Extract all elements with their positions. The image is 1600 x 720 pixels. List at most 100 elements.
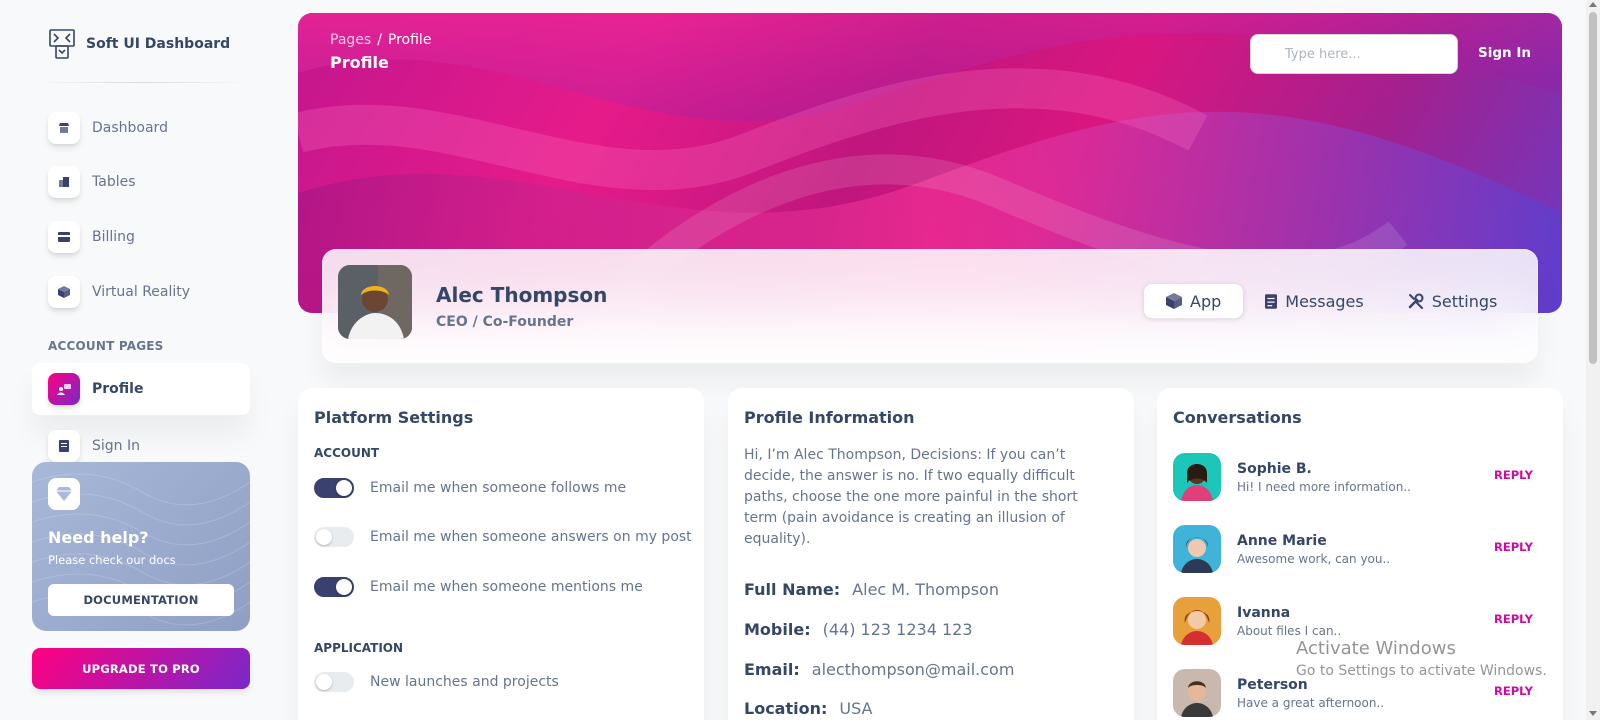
- brand[interactable]: Soft UI Dashboard: [48, 28, 230, 60]
- sidebar-item-profile[interactable]: Profile: [32, 363, 250, 415]
- profile-card: Alec Thompson CEO / Co-Founder App Messa…: [322, 249, 1538, 363]
- conversation-name: Ivanna: [1237, 605, 1291, 621]
- info-key: Mobile:: [744, 620, 811, 639]
- scroll-thumb[interactable]: [1589, 12, 1597, 364]
- scroll-down-icon[interactable]: [1589, 711, 1597, 716]
- tab-messages[interactable]: Messages: [1243, 284, 1385, 318]
- profile-information-card: Profile Information Hi, I’m Alec Thompso…: [728, 388, 1134, 720]
- toggle-label: Email me when someone mentions me: [370, 579, 643, 595]
- info-value: alecthompson@mail.com: [811, 660, 1015, 679]
- breadcrumb: Pages / Profile: [330, 32, 431, 48]
- avatar: [1173, 453, 1221, 501]
- watermark-line-2: Go to Settings to activate Windows.: [1296, 663, 1547, 679]
- new-launches-toggle[interactable]: [314, 672, 354, 692]
- mentions-toggle[interactable]: [314, 577, 354, 597]
- account-header: ACCOUNT: [314, 446, 380, 460]
- help-subtitle: Please check our docs: [48, 553, 176, 567]
- sidebar-item-billing[interactable]: Billing: [32, 211, 250, 263]
- sidebar-item-tables[interactable]: Tables: [32, 156, 250, 208]
- info-key: Full Name:: [744, 580, 841, 599]
- reply-button[interactable]: REPLY: [1494, 540, 1533, 554]
- shop-icon: [48, 112, 80, 144]
- credit-card-icon: [48, 221, 80, 253]
- conversation-name: Anne Marie: [1237, 533, 1327, 549]
- info-value: (44) 123 1234 123: [822, 620, 973, 639]
- reply-button[interactable]: REPLY: [1494, 684, 1533, 698]
- page-scrollbar[interactable]: [1586, 0, 1600, 720]
- conversation-name: Sophie B.: [1237, 461, 1312, 477]
- sidebar-item-virtual-reality[interactable]: Virtual Reality: [32, 266, 250, 318]
- tab-settings[interactable]: Settings: [1386, 284, 1520, 318]
- info-row-full-name: Full Name: Alec M. Thompson: [744, 580, 999, 599]
- breadcrumb-separator: /: [377, 32, 382, 48]
- card-title: Conversations: [1173, 408, 1302, 427]
- help-title: Need help?: [48, 528, 149, 547]
- answers-toggle[interactable]: [314, 527, 354, 547]
- diamond-icon: [48, 478, 80, 510]
- platform-settings-card: Platform Settings ACCOUNT Email me when …: [298, 388, 704, 720]
- follows-toggle[interactable]: [314, 478, 354, 498]
- toggle-label: Email me when someone answers on my post: [370, 529, 692, 545]
- tab-label: App: [1190, 291, 1222, 311]
- sidebar-item-dashboard[interactable]: Dashboard: [32, 102, 250, 154]
- card-title: Profile Information: [744, 408, 915, 427]
- help-card: Need help? Please check our docs DOCUMEN…: [32, 462, 250, 631]
- application-header: APPLICATION: [314, 641, 404, 655]
- sidebar-divider: [32, 82, 250, 83]
- breadcrumb-current: Profile: [387, 32, 432, 48]
- conversation-message: Hi! I need more information..: [1237, 480, 1411, 494]
- info-key: Location:: [744, 699, 828, 718]
- toggle-row: Email me when someone answers on my post: [314, 527, 692, 547]
- info-value: USA: [839, 699, 873, 718]
- page-title: Profile: [330, 53, 389, 72]
- documentation-button[interactable]: DOCUMENTATION: [48, 584, 234, 616]
- breadcrumb-root[interactable]: Pages: [330, 32, 371, 48]
- conversation-message: About files I can..: [1237, 624, 1342, 638]
- avatar: [1173, 525, 1221, 573]
- search-input[interactable]: [1250, 34, 1458, 74]
- dashboard-logo-icon: [49, 29, 75, 59]
- sign-in-link[interactable]: Sign In: [1478, 45, 1531, 61]
- watermark-line-1: Activate Windows: [1296, 638, 1456, 659]
- conversation-message: Have a great afternoon..: [1237, 696, 1385, 710]
- scroll-up-icon[interactable]: [1589, 2, 1597, 7]
- document-icon: [48, 430, 80, 462]
- activate-windows-watermark: Activate Windows Go to Settings to activ…: [1296, 638, 1547, 679]
- profile-name: Alec Thompson: [436, 283, 608, 307]
- toggle-row: New launches and projects: [314, 672, 559, 692]
- avatar: [1173, 597, 1221, 645]
- info-row-location: Location: USA: [744, 699, 873, 718]
- profile-role: CEO / Co-Founder: [436, 314, 574, 330]
- conversation-item: Anne Marie Awesome work, can you.. REPLY: [1173, 525, 1547, 573]
- conversation-message: Awesome work, can you..: [1237, 552, 1391, 566]
- conversation-name: Peterson: [1237, 677, 1308, 693]
- info-value: Alec M. Thompson: [852, 580, 999, 599]
- reply-button[interactable]: REPLY: [1494, 612, 1533, 626]
- toggle-row: Email me when someone follows me: [314, 478, 626, 498]
- card-title: Platform Settings: [314, 408, 474, 427]
- document-icon: [1265, 293, 1278, 309]
- settings-icon: [1408, 293, 1424, 309]
- tab-app[interactable]: App: [1144, 284, 1244, 318]
- toggle-label: New launches and projects: [370, 674, 559, 690]
- avatar: [338, 265, 412, 339]
- sidebar-item-label: Tables: [92, 174, 136, 190]
- sidebar-item-label: Virtual Reality: [92, 284, 191, 300]
- reply-button[interactable]: REPLY: [1494, 468, 1533, 482]
- profile-tabs: App Messages Settings: [1144, 281, 1514, 321]
- box-3d-icon: [48, 276, 80, 308]
- tab-label: Settings: [1431, 291, 1498, 311]
- brand-title: Soft UI Dashboard: [86, 36, 231, 52]
- toggle-row: Email me when someone mentions me: [314, 577, 643, 597]
- sidebar-item-label: Sign In: [92, 438, 140, 454]
- profile-bio: Hi, I’m Alec Thompson, Decisions: If you…: [744, 447, 1078, 547]
- conversation-item: Sophie B. Hi! I need more information.. …: [1173, 453, 1547, 501]
- customer-support-icon: [48, 373, 80, 405]
- upgrade-to-pro-button[interactable]: UPGRADE TO PRO: [32, 648, 250, 689]
- sidebar-item-label: Dashboard: [92, 120, 168, 136]
- sidebar-item-label: Profile: [92, 381, 144, 397]
- toggle-label: Email me when someone follows me: [370, 480, 627, 496]
- info-row-mobile: Mobile: (44) 123 1234 123: [744, 620, 973, 639]
- sidebar-item-label: Billing: [92, 229, 135, 245]
- tab-label: Messages: [1285, 291, 1364, 311]
